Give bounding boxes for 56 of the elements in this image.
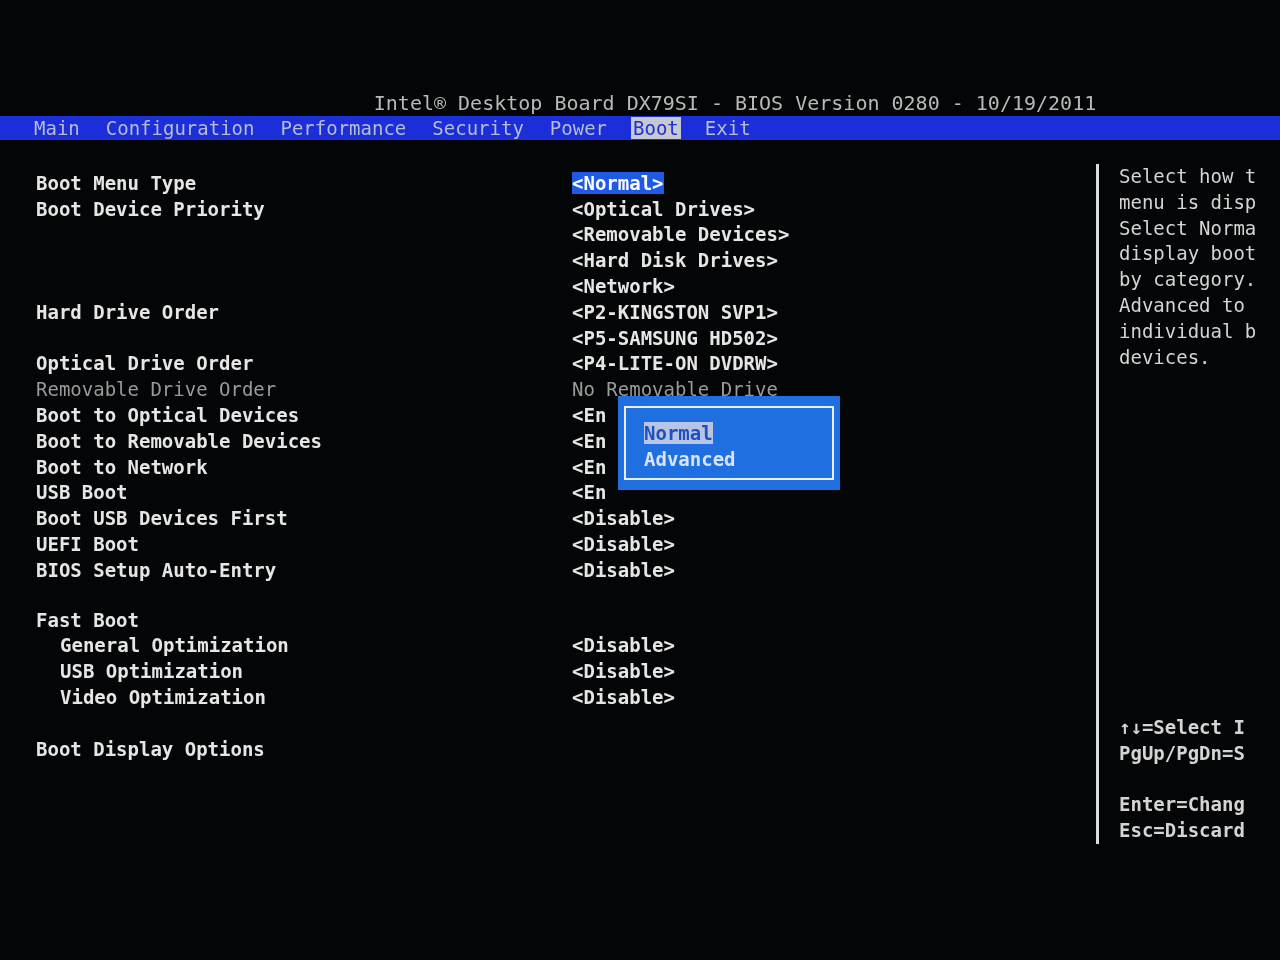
setting-value[interactable]: <En (572, 429, 607, 452)
setting-label[interactable]: USB Optimization (60, 660, 244, 683)
setting-value[interactable]: <P2-KINGSTON SVP1> (572, 300, 778, 323)
help-text: devices. (1119, 344, 1212, 370)
setting-value[interactable]: <Optical Drives> (572, 197, 756, 220)
setting-value[interactable]: <Disable> (572, 533, 675, 556)
setting-label[interactable]: Boot to Network (36, 455, 208, 478)
menu-tab[interactable]: Boot (631, 117, 681, 139)
setting-value[interactable]: <En (572, 455, 607, 478)
key-hint: Enter=Chang (1119, 792, 1246, 818)
menu-tab[interactable]: Security (430, 117, 526, 139)
menu-tab[interactable]: Exit (702, 117, 753, 139)
setting-label[interactable]: Hard Drive Order (36, 300, 220, 323)
menu-tab[interactable]: Configuration (103, 117, 257, 139)
menu-tab[interactable]: Power (547, 117, 610, 139)
setting-value[interactable]: <Disable> (572, 507, 675, 530)
setting-value[interactable]: <Disable> (572, 660, 675, 683)
setting-label[interactable]: Boot Display Options (36, 737, 265, 760)
help-text: menu is disp (1119, 189, 1257, 215)
setting-value[interactable]: <Disable> (572, 558, 675, 581)
setting-value[interactable]: <Network> (572, 275, 675, 298)
setting-label[interactable]: USB Boot (36, 481, 128, 504)
setting-label[interactable]: UEFI Boot (36, 533, 139, 556)
setting-label[interactable]: Boot USB Devices First (36, 507, 288, 530)
setting-label[interactable]: Boot to Optical Devices (36, 404, 300, 427)
menu-tab[interactable]: Performance (278, 117, 409, 139)
key-hint: PgUp/PgDn=S (1119, 740, 1246, 766)
setting-label[interactable]: Video Optimization (60, 686, 266, 709)
help-text: individual b (1119, 318, 1257, 344)
help-text: display boot (1119, 241, 1257, 267)
setting-label[interactable]: General Optimization (60, 634, 289, 657)
setting-value[interactable]: <Hard Disk Drives> (572, 249, 778, 272)
setting-value[interactable]: <Removable Devices> (572, 223, 790, 246)
menu-tab[interactable]: Main (32, 117, 82, 139)
popup-option[interactable]: Normal (644, 422, 713, 445)
key-hint: ↑↓=Select I (1119, 715, 1246, 740)
setting-value[interactable]: <Disable> (572, 686, 675, 709)
help-text: Select how t (1119, 164, 1257, 189)
setting-value[interactable]: <P5-SAMSUNG HD502> (572, 326, 778, 349)
setting-label[interactable]: Boot Menu Type (36, 171, 197, 194)
setting-label[interactable]: Boot Device Priority (36, 197, 265, 220)
help-text: Advanced to (1119, 293, 1246, 318)
setting-value[interactable]: <P4-LITE-ON DVDRW> (572, 352, 778, 375)
group-heading: Fast Boot (36, 608, 139, 631)
setting-label[interactable]: Optical Drive Order (36, 352, 254, 375)
setting-value[interactable]: <En (572, 481, 607, 504)
help-text: Select Norma (1119, 215, 1257, 241)
setting-value[interactable]: <Disable> (572, 634, 675, 657)
setting-label[interactable]: BIOS Setup Auto-Entry (36, 558, 277, 581)
setting-value[interactable]: <Normal> (572, 171, 664, 194)
setting-value[interactable]: <En (572, 404, 607, 427)
key-hint: Esc=Discard (1119, 818, 1246, 844)
setting-label[interactable]: Boot to Removable Devices (36, 429, 322, 452)
bios-title: Intel® Desktop Board DX79SI - BIOS Version 0280 - 10/19/2011 (372, 90, 1098, 116)
popup-option[interactable]: Advanced (644, 448, 736, 471)
help-text: by category. (1119, 267, 1257, 293)
